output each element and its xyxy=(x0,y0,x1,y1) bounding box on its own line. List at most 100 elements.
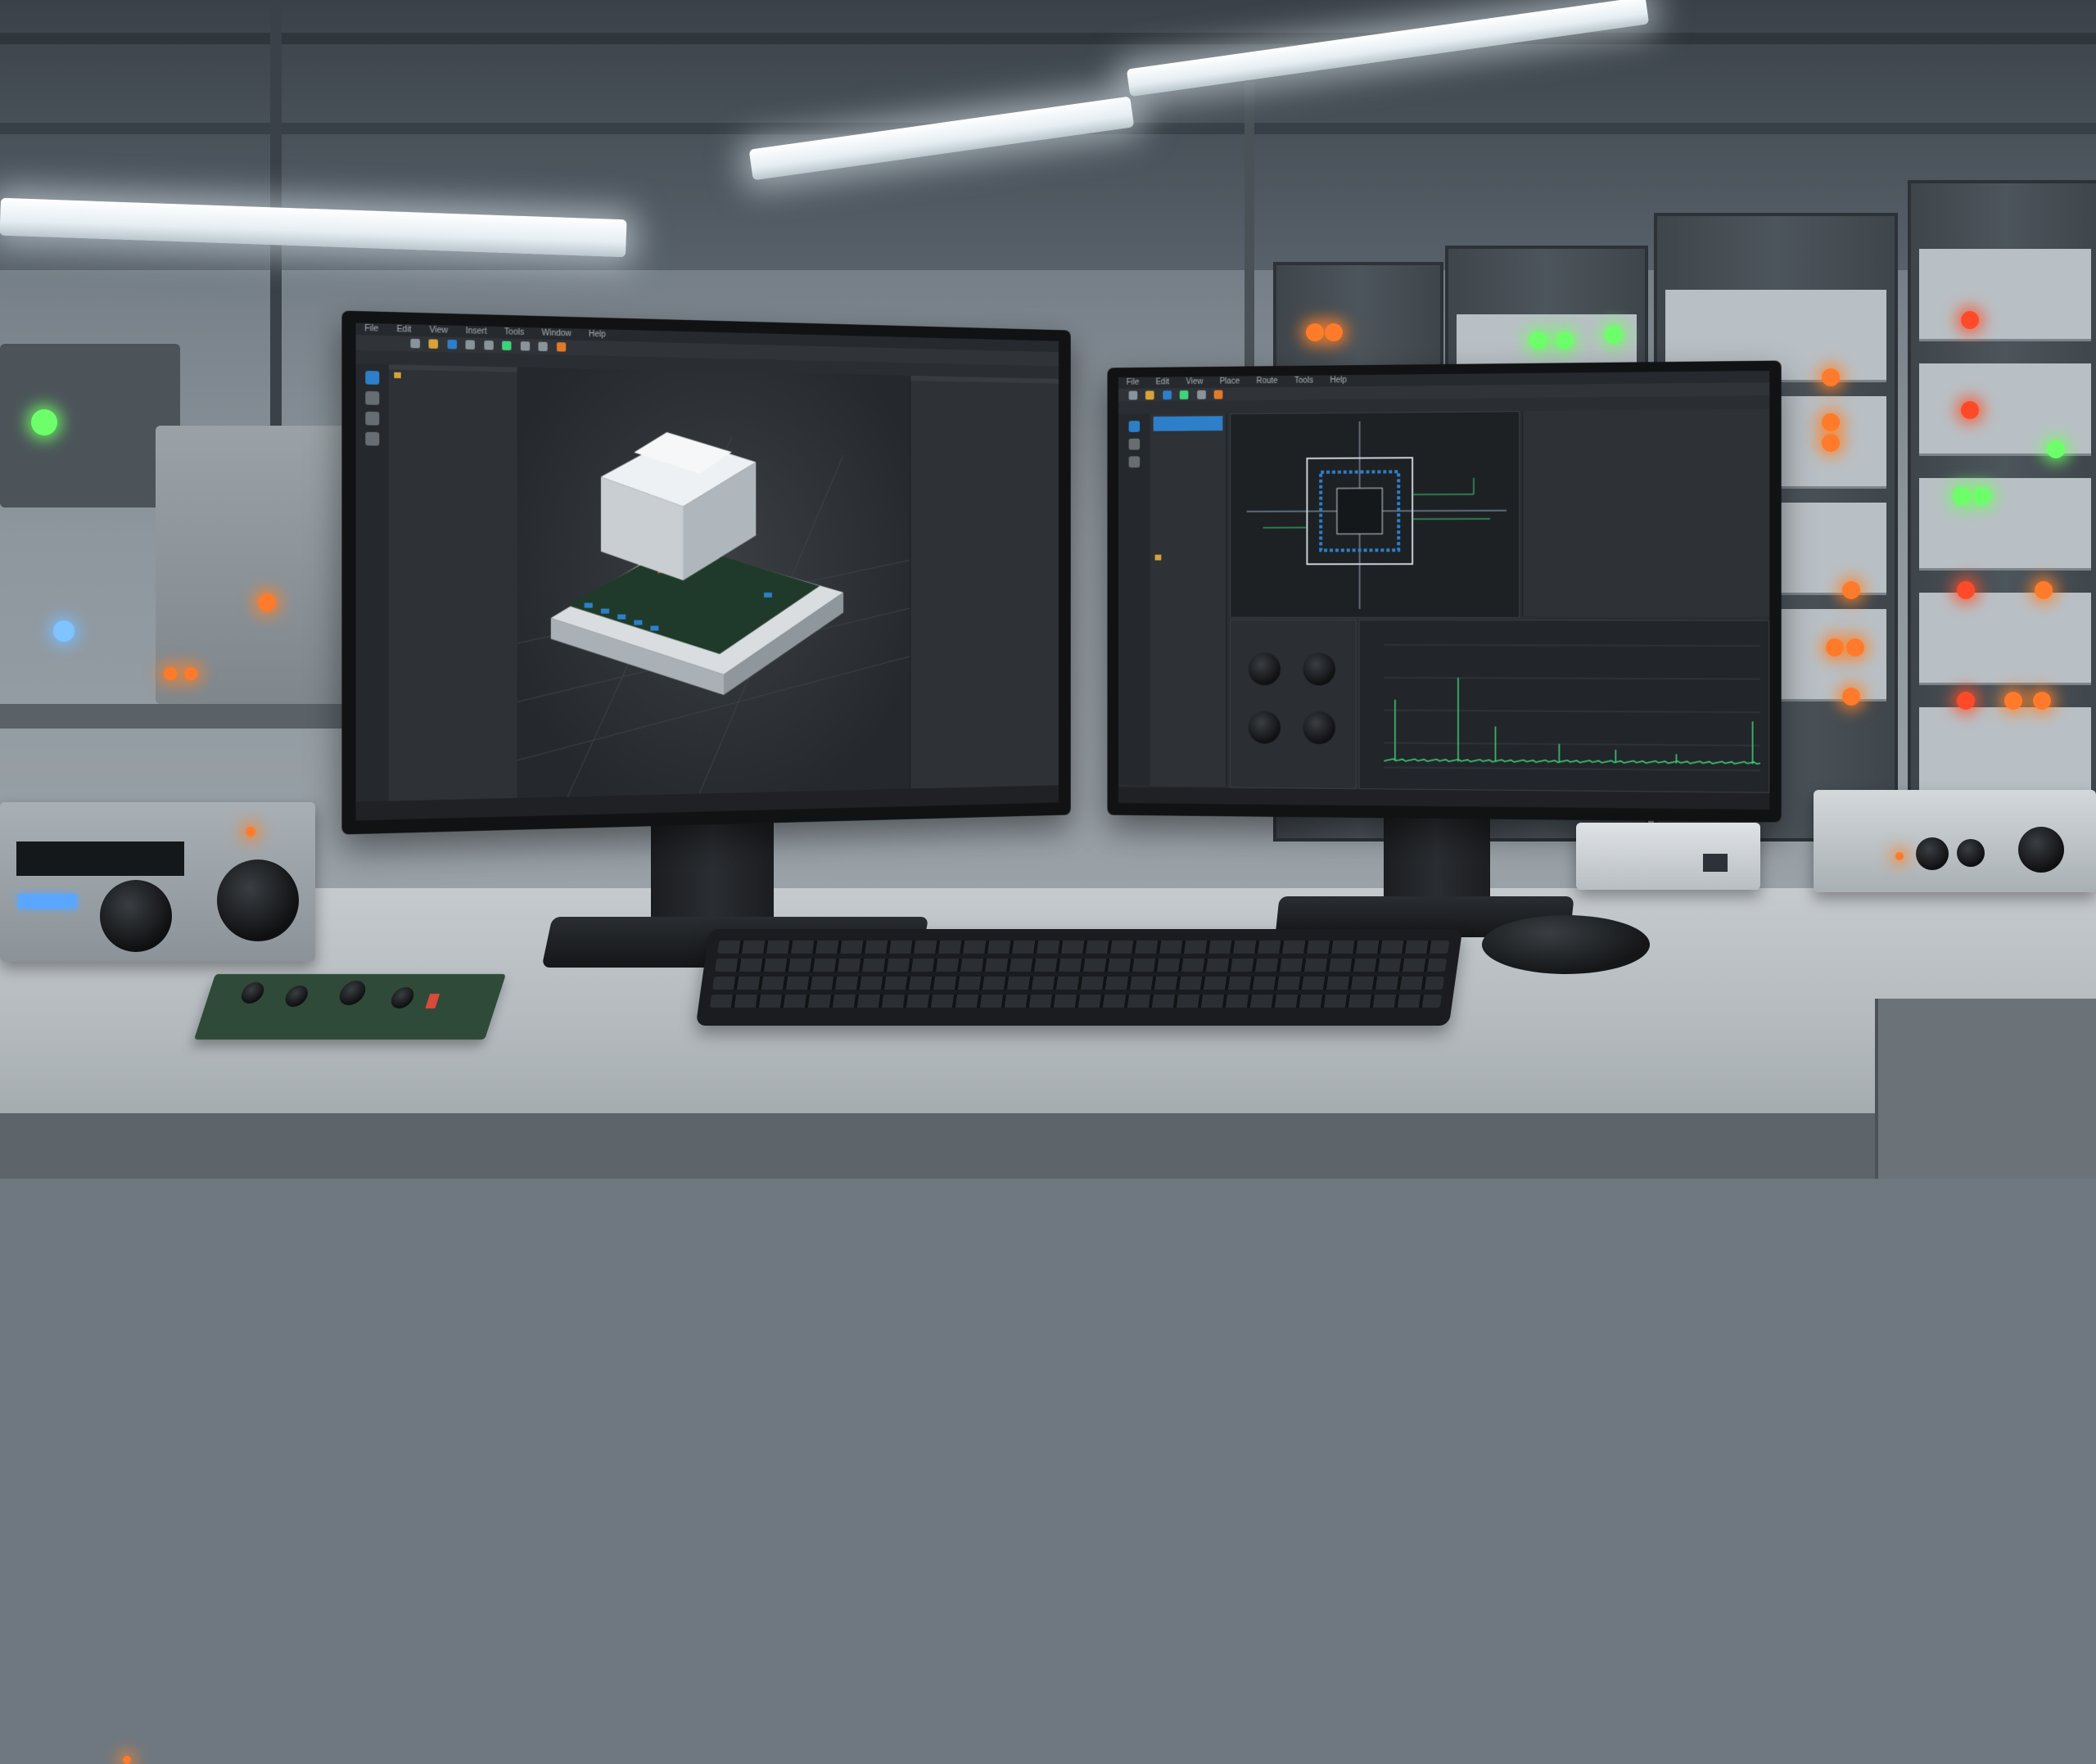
menu-item-window[interactable]: Window xyxy=(542,328,571,338)
status-led xyxy=(1822,413,1840,431)
new-icon[interactable] xyxy=(410,339,420,349)
undo-icon[interactable] xyxy=(466,340,475,350)
component xyxy=(425,994,440,1008)
measure-icon[interactable] xyxy=(539,342,548,351)
zoom-icon[interactable] xyxy=(521,341,530,351)
signal-knob[interactable] xyxy=(1916,837,1949,870)
capacitor xyxy=(238,982,266,1004)
spectrum-grid xyxy=(1384,645,1760,770)
voltage-knob[interactable] xyxy=(100,880,172,952)
signal-controls-panel xyxy=(1230,620,1356,789)
status-led xyxy=(1961,311,1979,329)
nets-icon[interactable] xyxy=(1129,456,1141,467)
status-led xyxy=(1953,487,1971,505)
status-led xyxy=(1842,688,1860,706)
pcb-layout-view[interactable] xyxy=(1230,411,1520,618)
ceiling-beam xyxy=(0,33,2096,44)
menu-item-view[interactable]: View xyxy=(1186,377,1203,386)
rotate-icon[interactable] xyxy=(502,341,511,351)
open-icon[interactable] xyxy=(429,339,439,349)
status-led xyxy=(1957,692,1975,710)
menu-item-place[interactable]: Place xyxy=(1220,377,1240,386)
icon-rail xyxy=(1118,414,1151,786)
netlist-row[interactable] xyxy=(1523,427,1769,429)
status-led xyxy=(1529,332,1547,350)
netlist-row[interactable] xyxy=(1523,427,1769,429)
netlist-row[interactable] xyxy=(1523,427,1769,429)
ethernet-port xyxy=(1703,854,1728,872)
keyboard-row xyxy=(717,941,1449,954)
netlist-row[interactable] xyxy=(1523,427,1769,429)
gear-icon[interactable] xyxy=(365,432,379,446)
status-led xyxy=(258,593,276,611)
menu-item-tools[interactable]: Tools xyxy=(1294,377,1313,386)
menu-item-insert[interactable]: Insert xyxy=(466,327,487,336)
project-tree-panel xyxy=(1150,413,1227,786)
drc-icon[interactable] xyxy=(1214,390,1223,399)
selected-project[interactable] xyxy=(1154,416,1223,431)
layers-icon[interactable] xyxy=(365,412,379,426)
netlist-row[interactable] xyxy=(1523,427,1769,429)
netlist-row[interactable] xyxy=(1523,427,1769,429)
lab-shelf-unit xyxy=(0,344,180,508)
frequency-knob[interactable] xyxy=(1303,653,1335,686)
menu-item-view[interactable]: View xyxy=(429,326,448,336)
route-icon[interactable] xyxy=(1180,390,1189,399)
explorer-icon[interactable] xyxy=(365,371,379,385)
settings-icon[interactable] xyxy=(557,342,566,351)
status-led xyxy=(2033,692,2051,710)
status-led xyxy=(164,667,177,680)
menu-item-file[interactable]: File xyxy=(364,324,378,334)
current-knob[interactable] xyxy=(217,859,299,941)
right-monitor: File Edit View Place Route Tools Help xyxy=(1107,360,1781,822)
status-led xyxy=(31,409,57,435)
netlist-row[interactable] xyxy=(1523,427,1769,429)
netlist-row[interactable] xyxy=(1523,427,1769,429)
search-icon[interactable] xyxy=(365,391,379,405)
status-led xyxy=(1842,581,1860,599)
keyboard[interactable] xyxy=(696,929,1463,1026)
power-supply-display xyxy=(16,841,184,876)
layers-icon[interactable] xyxy=(1129,439,1141,450)
redo-icon[interactable] xyxy=(484,341,493,350)
3d-viewport[interactable] xyxy=(517,368,910,798)
explorer-icon[interactable] xyxy=(1129,421,1141,432)
capacitor xyxy=(337,981,369,1005)
capacitor xyxy=(282,986,310,1007)
save-icon[interactable] xyxy=(1163,390,1172,399)
menu-item-route[interactable]: Route xyxy=(1256,377,1277,386)
status-led xyxy=(1957,581,1975,599)
status-led xyxy=(1961,401,1979,419)
menu-item-help[interactable]: Help xyxy=(1330,376,1346,385)
keyboard-row xyxy=(712,977,1444,990)
mouse[interactable] xyxy=(1482,915,1650,974)
netlist-row[interactable] xyxy=(1523,427,1769,429)
gain-knob[interactable] xyxy=(1249,652,1281,685)
netlist-row[interactable] xyxy=(1523,427,1769,429)
spectrum-trace xyxy=(1384,759,1760,764)
netlist-row[interactable] xyxy=(1523,427,1769,429)
microscope xyxy=(156,426,360,704)
offset-knob[interactable] xyxy=(1249,711,1281,744)
spectrum-plot xyxy=(1360,620,1769,792)
menu-item-help[interactable]: Help xyxy=(589,330,606,340)
menu-item-tools[interactable]: Tools xyxy=(504,327,524,337)
status-led xyxy=(1325,323,1343,341)
menu-item-file[interactable]: File xyxy=(1127,378,1140,387)
signal-knob[interactable] xyxy=(1957,839,1985,867)
via-icon[interactable] xyxy=(1197,390,1206,399)
status-led xyxy=(2004,692,2022,710)
netlist-row[interactable] xyxy=(1523,427,1769,429)
signal-generator xyxy=(1814,790,2096,892)
save-icon[interactable] xyxy=(447,340,457,350)
keyboard-row xyxy=(715,959,1447,972)
new-icon[interactable] xyxy=(1129,391,1138,400)
open-icon[interactable] xyxy=(1145,390,1154,399)
network-box xyxy=(1576,823,1760,890)
menu-item-edit[interactable]: Edit xyxy=(1155,377,1169,386)
status-led xyxy=(1306,323,1324,341)
signal-knob[interactable] xyxy=(2018,827,2064,873)
span-knob[interactable] xyxy=(1303,711,1335,744)
desk-drawer xyxy=(1875,999,2096,1179)
menu-item-edit[interactable]: Edit xyxy=(396,325,411,335)
